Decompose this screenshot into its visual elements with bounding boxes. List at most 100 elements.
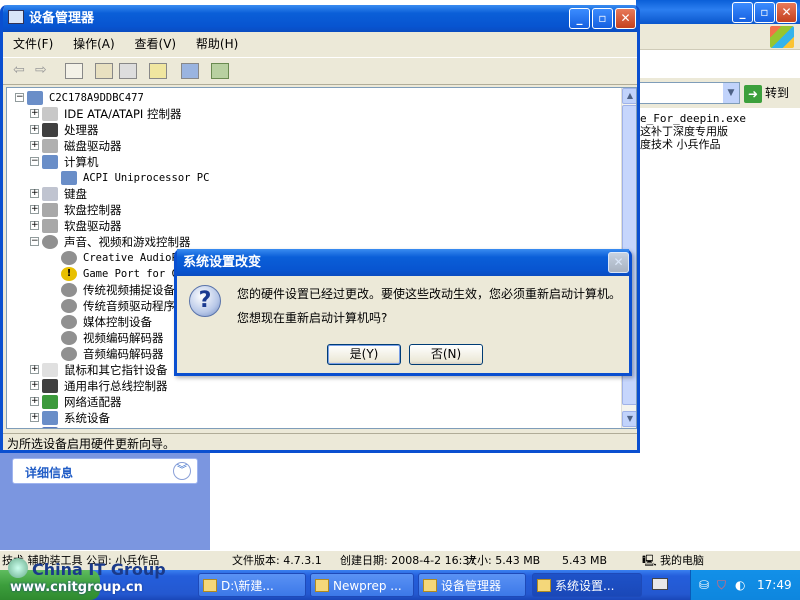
computer-icon [61,171,77,185]
clock[interactable]: 17:49 [757,570,792,600]
maximize-button[interactable]: ▫ [754,2,775,23]
help-icon[interactable] [149,63,167,79]
chevron-double-down-icon[interactable]: ︾ [173,462,191,480]
tree-item[interactable]: + IDE ATA/ATAPI 控制器 [7,106,617,122]
network-icon [42,395,58,409]
tree-item-label: 处理器 [64,123,99,137]
tree-item-label: 键盘 [64,187,87,201]
back-arrow-icon[interactable]: ⇦ [13,62,25,78]
close-button[interactable]: ✕ [608,252,629,273]
security-shield-icon[interactable]: ⛉ [717,570,726,600]
watermark-title: China IT Group [32,560,166,579]
sound-icon [61,251,77,265]
taskbar-button[interactable]: D:\新建... [198,573,306,597]
details-section[interactable]: 详细信息 ︾ [12,458,198,484]
expand-icon[interactable]: + [30,381,39,390]
tree-item-label: 系统设备 [64,411,110,425]
window-icon [423,579,437,592]
cpu-icon [42,123,58,137]
close-button[interactable]: ✕ [615,8,636,29]
expand-icon[interactable]: + [30,365,39,374]
background-window-titlebar: _ ▫ ✕ [636,0,800,24]
expand-icon[interactable]: + [30,189,39,198]
print-icon[interactable] [119,63,137,79]
minimize-button[interactable]: _ [569,8,590,29]
chevron-down-icon[interactable]: ▼ [723,83,739,103]
taskbar-button[interactable]: 系统设置... [532,573,642,597]
dialog-question: 您想现在重新启动计算机吗? [237,311,388,325]
tree-item-label: 网络适配器 [64,395,122,409]
tree-item-label: 音频编码解码器 [83,347,164,361]
tree-item[interactable]: + 软盘驱动器 [7,218,617,234]
expand-icon[interactable]: + [30,413,39,422]
go-button[interactable]: ➜ 转到 [744,82,796,104]
menu-file[interactable]: 文件(F) [13,37,53,51]
expand-icon[interactable]: + [30,125,39,134]
question-icon: ? [189,285,221,317]
tree-item[interactable]: ACPI Uniprocessor PC [7,170,617,186]
collapse-icon[interactable]: − [30,157,39,166]
collapse-icon[interactable]: − [30,237,39,246]
usb-icon [42,379,58,393]
properties-icon[interactable] [95,63,113,79]
expand-icon[interactable]: + [30,141,39,150]
go-arrow-icon: ➜ [744,84,762,103]
taskbar-button[interactable]: Newprep ... [310,573,414,597]
background-window-menubar [636,24,800,50]
tree-item-label: ACPI Uniprocessor PC [83,172,210,184]
collapse-icon[interactable]: − [15,93,24,102]
sound-icon [42,235,58,249]
tree-item[interactable]: + 网络适配器 [7,394,617,410]
close-button[interactable]: ✕ [776,2,797,23]
tree-item-label: 磁盘驱动器 [64,139,122,153]
scan-hardware-icon[interactable] [181,63,199,79]
scroll-down-icon[interactable]: ▼ [622,411,636,427]
tree-item-label: IDE ATA/ATAPI 控制器 [64,107,182,121]
tree-item[interactable]: + 磁盘驱动器 [7,138,617,154]
language-bar-icon[interactable] [652,578,668,590]
sound-icon [61,315,77,329]
tree-item[interactable]: + 软盘控制器 [7,202,617,218]
no-button[interactable]: 否(N) [409,344,483,365]
tree-item-label: 视频编码解码器 [83,331,164,345]
tree-item[interactable]: − 声音、视频和游戏控制器 [7,234,617,250]
tree-item[interactable]: − 计算机 [7,154,617,170]
menu-view[interactable]: 查看(V) [135,37,177,51]
tree-item[interactable]: + 系统设备 [7,410,617,426]
tree-item-label: 软盘驱动器 [64,219,122,233]
menu-action[interactable]: 操作(A) [73,37,115,51]
scroll-up-icon[interactable]: ▲ [622,88,636,104]
computer-icon [27,91,43,105]
tree-item[interactable]: − C2C178A9DDBC477 [7,90,617,106]
yes-button[interactable]: 是(Y) [327,344,401,365]
show-hide-console-tree-icon[interactable] [65,63,83,79]
maximize-button[interactable]: ▫ [592,8,613,29]
background-window: _ ▫ ✕ ▼ ➜ 转到 e_For_deepin.exe 这补丁深度专用版 度技术 … [636,0,800,552]
toolbar: ⇦ ⇨ [3,57,637,85]
tree-item-label: C2C178A9DDBC477 [49,92,144,104]
menubar: 文件(F) 操作(A) 查看(V) 帮助(H) [3,33,637,55]
network-icon[interactable]: ⛁ [699,570,709,600]
taskbar-button[interactable]: 设备管理器 [418,573,526,597]
expand-icon[interactable]: + [30,221,39,230]
expand-icon[interactable]: + [30,397,39,406]
tree-item[interactable]: + 通用串行总线控制器 [7,378,617,394]
tree-item[interactable]: +显示卡 [7,426,617,428]
tree-item[interactable]: + 处理器 [7,122,617,138]
speaker-icon[interactable]: ◐ [735,570,745,600]
minimize-button[interactable]: _ [732,2,753,23]
floppy-icon [42,219,58,233]
update-driver-icon[interactable] [211,63,229,79]
address-input[interactable]: ▼ [636,82,740,104]
window-icon [315,579,329,592]
sound-icon [61,299,77,313]
menu-help[interactable]: 帮助(H) [196,37,238,51]
forward-arrow-icon[interactable]: ⇨ [35,62,47,78]
tree-item-label: 传统视频捕捉设备 [83,283,175,297]
watermark-url: www.cnitgroup.cn [10,580,143,595]
tree-item[interactable]: + 键盘 [7,186,617,202]
tree-item-label: 通用串行总线控制器 [64,379,168,393]
tree-item-label: 媒体控制设备 [83,315,152,329]
expand-icon[interactable]: + [30,205,39,214]
expand-icon[interactable]: + [30,109,39,118]
